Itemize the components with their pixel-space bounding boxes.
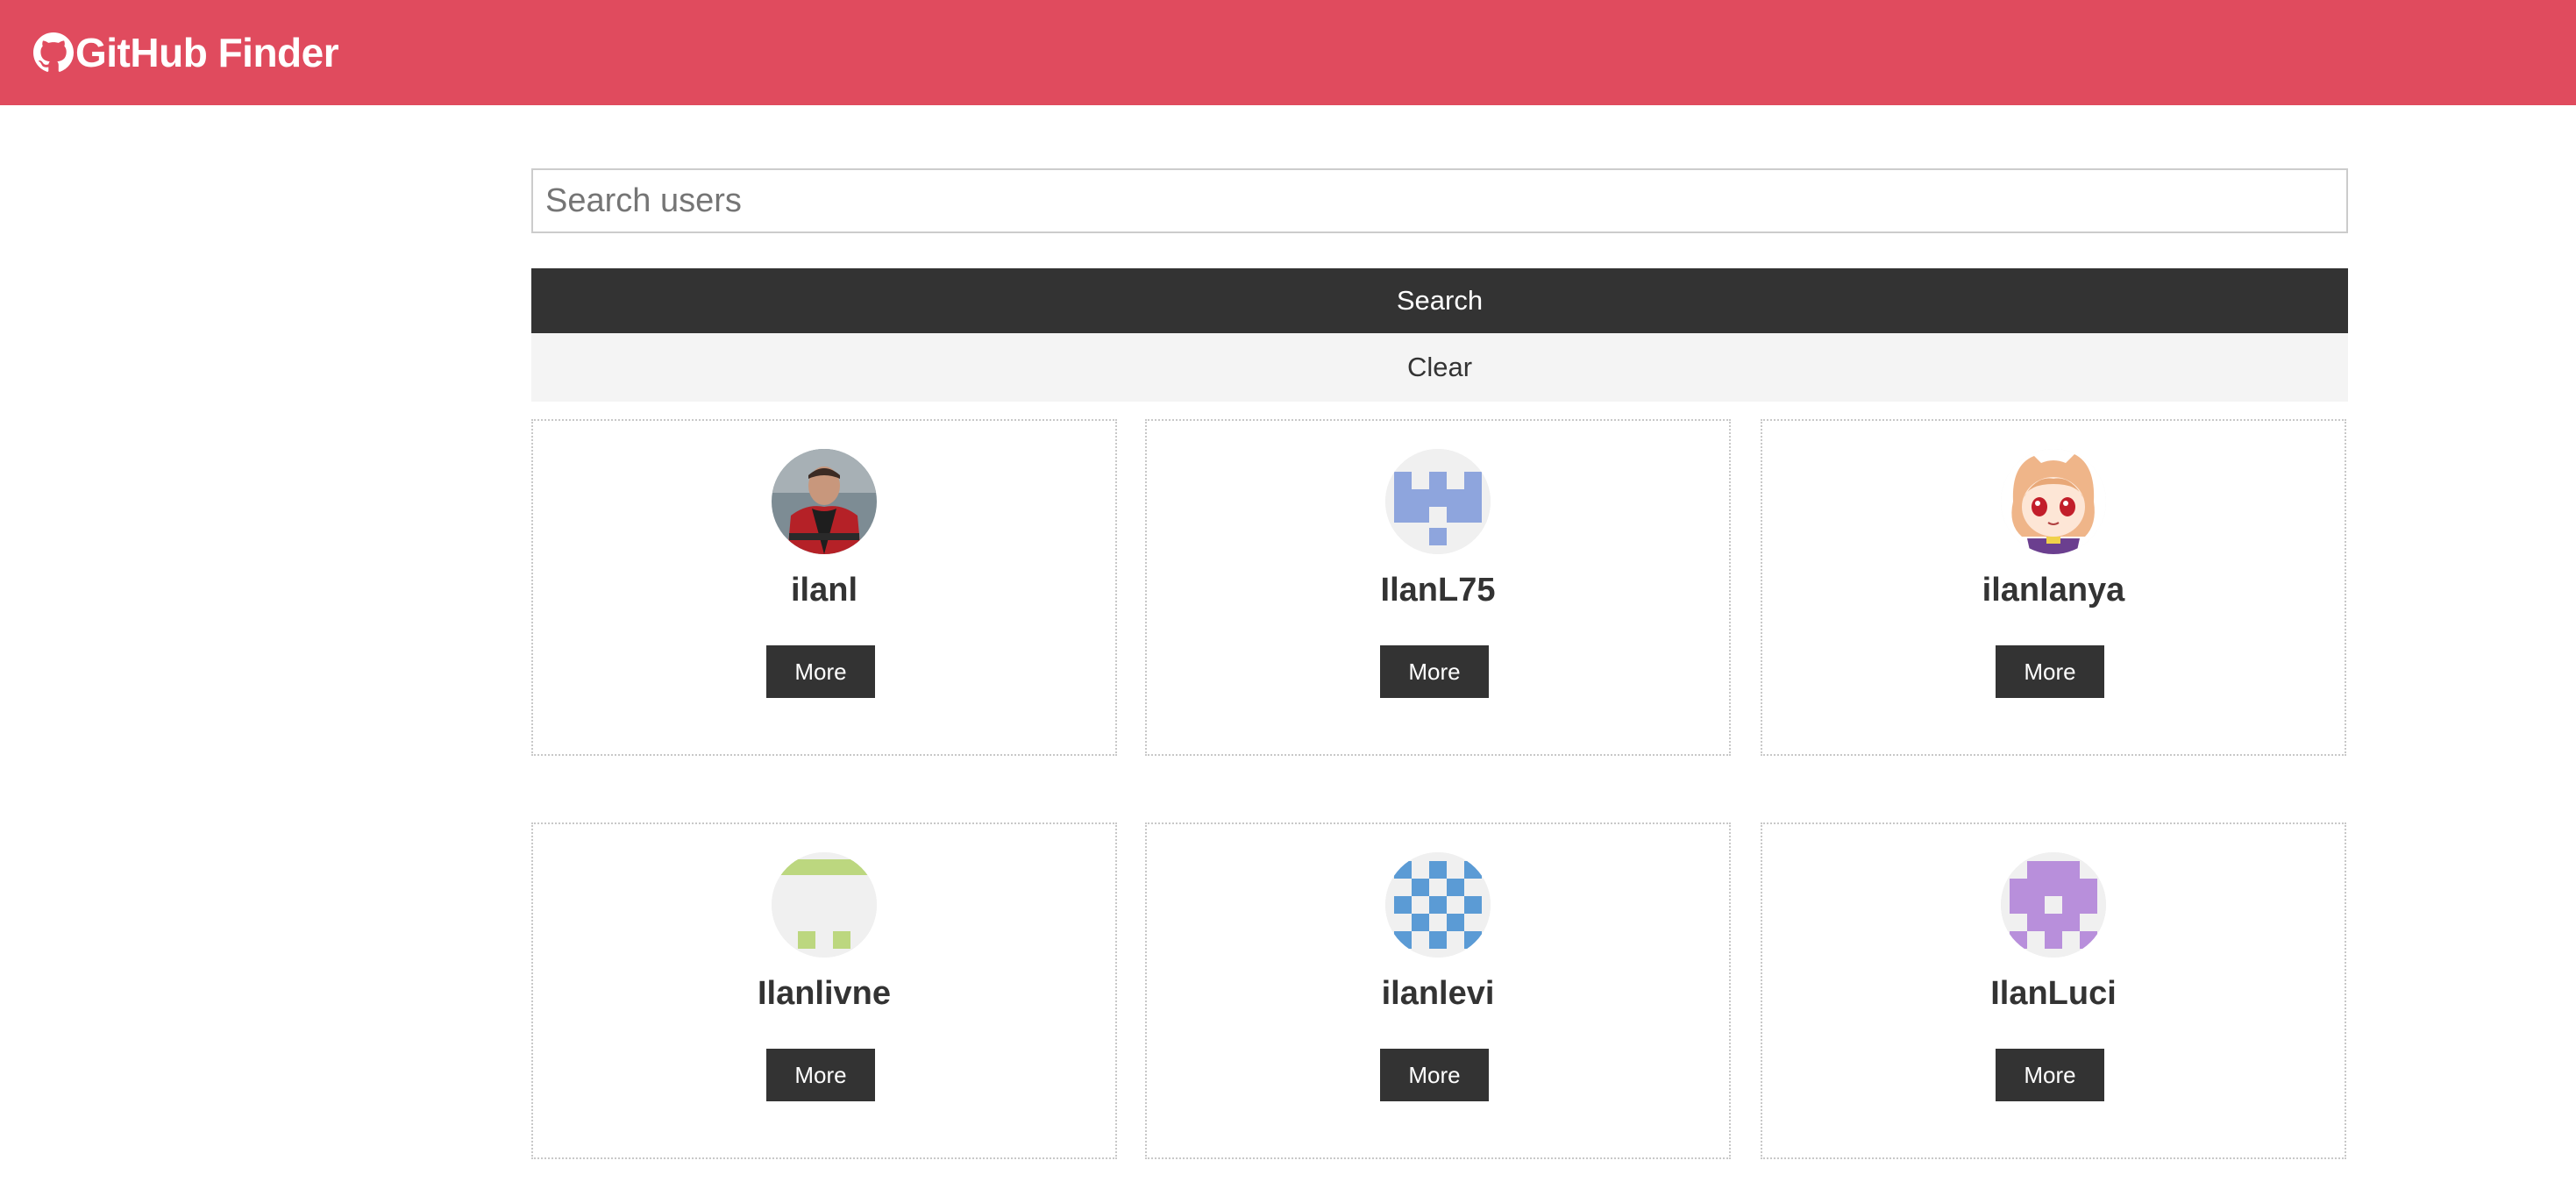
user-avatar — [2001, 852, 2106, 958]
user-login: ilanlevi — [1381, 975, 1495, 1012]
navbar: GitHub Finder — [0, 0, 2576, 105]
user-avatar — [772, 449, 877, 554]
user-avatar — [2001, 449, 2106, 554]
user-card: ilanl More — [531, 419, 1117, 756]
clear-button[interactable]: Clear — [531, 333, 2348, 402]
user-login: ilanlanya — [1982, 572, 2125, 609]
user-avatar — [1385, 449, 1491, 554]
user-card: Ilanlivne More — [531, 822, 1117, 1159]
user-card: ilanlanya More — [1761, 419, 2346, 756]
user-login: IlanL75 — [1380, 572, 1496, 609]
user-avatar — [772, 852, 877, 958]
more-button[interactable]: More — [1380, 645, 1489, 698]
user-login: Ilanlivne — [757, 975, 892, 1012]
user-login: IlanLuci — [1990, 975, 2117, 1012]
more-button[interactable]: More — [766, 645, 875, 698]
more-button[interactable]: More — [1380, 1049, 1489, 1101]
user-card: IlanLuci More — [1761, 822, 2346, 1159]
user-card: IlanL75 More — [1145, 419, 1731, 756]
brand-title: GitHub Finder — [75, 30, 339, 75]
more-button[interactable]: More — [1996, 645, 2104, 698]
search-input[interactable] — [531, 168, 2348, 233]
user-card: ilanlevi More — [1145, 822, 1731, 1159]
user-avatar — [1385, 852, 1491, 958]
search-form: Search Clear — [531, 168, 2348, 402]
user-login: ilanl — [790, 572, 858, 609]
more-button[interactable]: More — [1996, 1049, 2104, 1101]
search-button[interactable]: Search — [531, 268, 2348, 333]
more-button[interactable]: More — [766, 1049, 875, 1101]
brand-link[interactable]: GitHub Finder — [33, 29, 339, 76]
github-icon — [33, 32, 74, 73]
